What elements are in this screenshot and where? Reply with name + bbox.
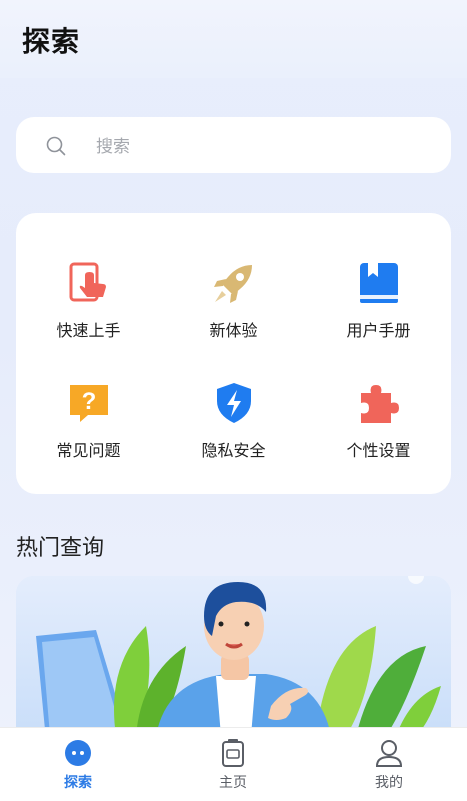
page-title: 探索 (22, 25, 81, 58)
nav-tab-home[interactable]: 主页 (178, 728, 288, 801)
nav-tab-explore[interactable]: 探索 (23, 728, 133, 801)
banner-illustration (16, 576, 451, 736)
feature-personalization[interactable]: 个性设置 (306, 381, 451, 491)
nav-tab-profile[interactable]: 我的 (334, 728, 444, 801)
explore-icon (65, 740, 91, 766)
feature-label: 新体验 (209, 321, 258, 340)
manual-book-icon (360, 263, 398, 303)
search-icon (46, 136, 66, 156)
feature-label: 常见问题 (56, 441, 121, 460)
nav-label-profile: 我的 (375, 775, 403, 791)
search-bar[interactable]: 搜索 (16, 117, 451, 173)
shield-icon (217, 383, 251, 423)
feature-label: 个性设置 (346, 441, 411, 460)
feature-label: 快速上手 (56, 321, 121, 340)
feature-user-manual[interactable]: 用户手册 (306, 261, 451, 371)
feature-new-experience[interactable]: 新体验 (161, 261, 306, 371)
hot-query-banner[interactable] (16, 576, 451, 736)
faq-icon: ? (70, 385, 108, 422)
nav-label-explore: 探索 (64, 775, 92, 791)
feature-label: 用户手册 (346, 321, 411, 340)
feature-quick-start[interactable]: 快速上手 (16, 261, 161, 371)
puzzle-icon (361, 385, 399, 423)
svg-text:?: ? (82, 388, 97, 415)
hot-queries-title: 热门查询 (16, 536, 105, 561)
feature-privacy-security[interactable]: 隐私安全 (161, 381, 306, 491)
feature-grid: 快速上手 新体验 用户手册 ? 常见问题 隐私安全 个性设置 (16, 213, 451, 494)
bottom-navigation: 探索 主页 我的 (0, 727, 467, 801)
feature-label: 隐私安全 (201, 441, 266, 460)
profile-icon (375, 740, 403, 767)
rocket-icon (214, 265, 252, 303)
quick-start-icon (69, 262, 106, 302)
search-input[interactable]: 搜索 (96, 132, 130, 157)
nav-label-home: 主页 (219, 775, 247, 791)
home-device-icon (222, 739, 244, 767)
feature-faq[interactable]: ? 常见问题 (16, 381, 161, 491)
